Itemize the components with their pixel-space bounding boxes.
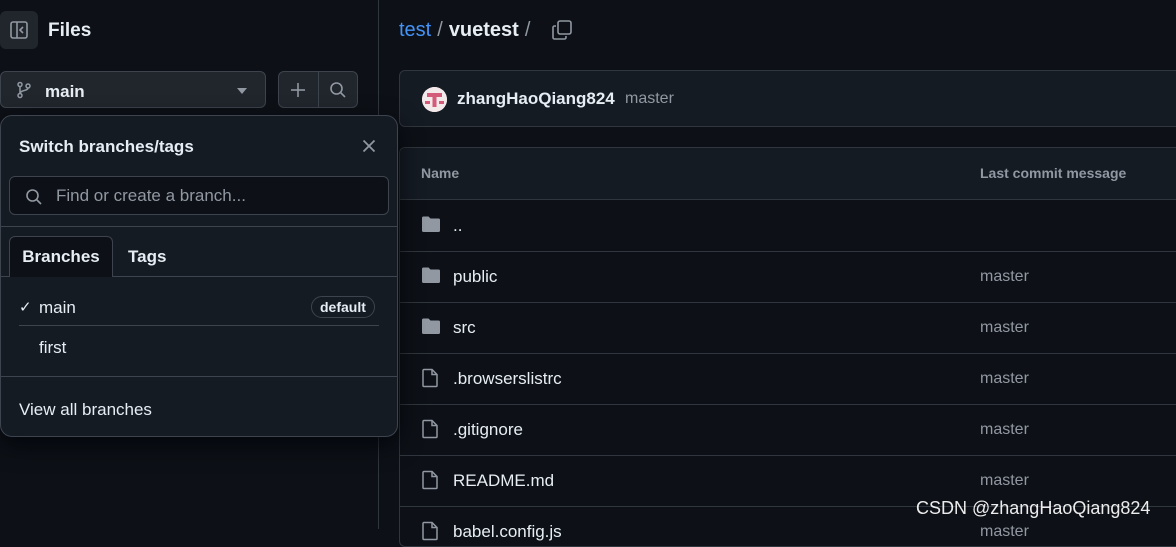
branch-item-first[interactable]: first [1, 327, 397, 367]
commit-message-link[interactable]: master [980, 370, 1029, 388]
branch-item-label: first [39, 338, 67, 357]
file-name-link[interactable]: public [453, 267, 497, 287]
collapse-sidebar-button[interactable] [0, 11, 38, 49]
commit-message-link[interactable]: master [980, 523, 1029, 541]
add-file-button[interactable] [279, 72, 319, 107]
commit-message-link[interactable]: master [980, 421, 1029, 439]
breadcrumb: test / vuetest / [399, 19, 536, 42]
branch-search-field[interactable] [9, 176, 389, 215]
file-table: Name Last commit message .. public master s… [399, 147, 1176, 547]
caret-down-icon [237, 88, 247, 94]
divider [1, 376, 397, 377]
branch-tag-tabs: Branches Tags [1, 236, 397, 277]
file-name-link[interactable]: .. [453, 216, 462, 236]
commit-message[interactable]: master [625, 90, 674, 108]
file-icon [421, 419, 439, 444]
close-icon [362, 139, 376, 153]
folder-icon [421, 317, 441, 340]
breadcrumb-repo-link[interactable]: test [399, 19, 431, 41]
git-branch-icon [17, 81, 31, 99]
table-header: Name Last commit message [400, 148, 1176, 200]
dropdown-title: Switch branches/tags [19, 137, 194, 156]
table-row[interactable]: public master [400, 251, 1176, 303]
search-icon [329, 81, 346, 98]
table-row[interactable]: .gitignore master [400, 404, 1176, 456]
file-name-link[interactable]: .gitignore [453, 420, 523, 440]
file-icon [421, 368, 439, 393]
plus-icon [291, 82, 306, 97]
file-name-link[interactable]: README.md [453, 471, 554, 491]
sidebar-title: Files [48, 20, 92, 41]
search-files-button[interactable] [319, 72, 358, 107]
commit-message-link[interactable]: master [980, 268, 1029, 286]
branch-select-button[interactable]: main [0, 71, 266, 108]
branch-item-main[interactable]: ✓ main default [1, 287, 397, 327]
avatar[interactable] [422, 87, 447, 112]
table-row[interactable]: .. [400, 200, 1176, 252]
user-avatar-icon [422, 87, 447, 112]
table-row[interactable]: src master [400, 302, 1176, 354]
branch-item-label: main [39, 298, 76, 317]
branch-switch-dropdown: Switch branches/tags Branches Tags ✓ mai… [0, 115, 398, 437]
copy-icon [552, 20, 572, 40]
default-branch-badge: default [311, 296, 375, 318]
column-header-name: Name [421, 165, 460, 181]
divider [1, 226, 397, 227]
file-icon [421, 521, 439, 546]
commit-message-link[interactable]: master [980, 319, 1029, 337]
file-name-link[interactable]: babel.config.js [453, 522, 562, 542]
folder-icon [421, 266, 441, 289]
file-actions-group [278, 71, 358, 108]
sidebar-collapse-icon [10, 21, 28, 39]
breadcrumb-trailing-separator: / [524, 19, 531, 41]
view-all-branches-link[interactable]: View all branches [19, 400, 152, 420]
watermark-text: CSDN @zhangHaoQiang824 [916, 498, 1151, 518]
file-icon [421, 470, 439, 495]
tab-tags[interactable]: Tags [128, 247, 166, 267]
tab-branches[interactable]: Branches [9, 236, 113, 277]
close-button[interactable] [359, 136, 379, 156]
copy-path-button[interactable] [551, 19, 573, 46]
check-icon: ✓ [19, 299, 32, 316]
breadcrumb-separator: / [437, 19, 443, 41]
commit-author-link[interactable]: zhangHaoQiang824 [457, 89, 615, 109]
branch-select-label: main [45, 82, 85, 101]
folder-icon [421, 215, 441, 238]
breadcrumb-current-folder: vuetest [448, 19, 519, 41]
search-icon [26, 189, 42, 205]
file-name-link[interactable]: src [453, 318, 476, 338]
commit-message-link[interactable]: master [980, 472, 1029, 490]
branch-search-input[interactable] [54, 183, 378, 209]
latest-commit-bar: zhangHaoQiang824 master [399, 70, 1176, 127]
column-header-message: Last commit message [980, 165, 1127, 181]
divider [19, 325, 379, 326]
table-row[interactable]: .browserslistrc master [400, 353, 1176, 405]
file-name-link[interactable]: .browserslistrc [453, 369, 562, 389]
